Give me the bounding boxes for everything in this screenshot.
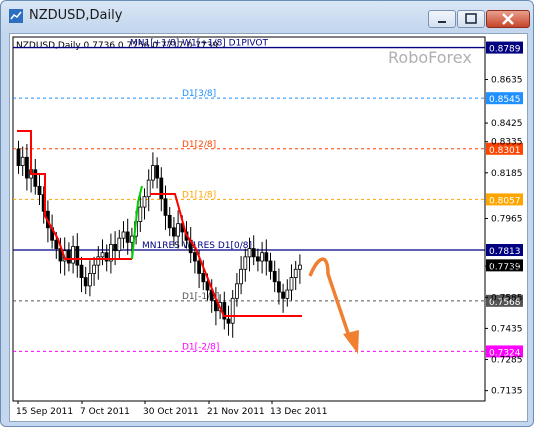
candle-body-43 <box>197 260 202 274</box>
candle-body-67 <box>297 264 302 270</box>
minimize-icon <box>438 21 446 23</box>
y-tick-label-2: 0.8335 <box>491 138 523 148</box>
forecast-arrowhead <box>343 330 359 354</box>
level-label-3: D1[1/8] <box>182 190 216 200</box>
y-tick-label-5: 0.7735 <box>491 262 523 272</box>
candle-body-0 <box>16 148 21 166</box>
candle-body-53 <box>239 268 244 285</box>
window-title: NZDUSD,Daily <box>29 8 123 23</box>
level-price-text-0: 0.8789 <box>489 45 521 55</box>
candle-body-13 <box>71 246 75 264</box>
candle-body-35 <box>163 198 168 216</box>
level-price-text-3: 0.8057 <box>489 196 521 206</box>
candle-body-65 <box>289 277 294 291</box>
x-tick-label-4: 13 Dec 2011 <box>270 407 328 417</box>
y-tick-label-1: 0.8425 <box>491 119 523 129</box>
chart-window: NZDUSD,Daily RoboForex NZDUSD,Daily 0.77… <box>0 0 534 427</box>
chart-app-icon <box>9 9 23 23</box>
candle-body-26 <box>125 231 130 243</box>
candle-body-1 <box>20 156 25 166</box>
candle-body-29 <box>138 206 143 222</box>
candle-body-55 <box>247 248 252 258</box>
candle-body-24 <box>117 237 122 252</box>
title-bar[interactable]: NZDUSD,Daily <box>1 1 533 31</box>
candle-body-51 <box>230 297 235 324</box>
candle-body-14 <box>75 246 80 266</box>
candle-body-31 <box>146 179 151 198</box>
maximize-button[interactable] <box>457 10 485 28</box>
candle-body-64 <box>285 289 290 299</box>
candle-body-20 <box>100 252 105 258</box>
minimize-button[interactable] <box>428 10 456 28</box>
y-tick-label-9: 0.7135 <box>491 387 523 397</box>
level-label-1: D1[3/8] <box>182 89 216 99</box>
candle-body-60 <box>268 260 273 272</box>
candle-body-59 <box>264 252 269 262</box>
candle-body-38 <box>176 223 181 237</box>
candle-body-33 <box>155 165 160 179</box>
close-button[interactable] <box>486 10 530 28</box>
candle-body-16 <box>83 277 88 287</box>
candle-body-30 <box>142 196 147 208</box>
candle-body-58 <box>260 252 265 262</box>
roboforex-watermark: RoboForex <box>388 48 472 67</box>
level-label-0: MN1[+1/8] W1[+1/8] D1PIVOT <box>130 39 268 49</box>
plot-area-border <box>12 36 486 402</box>
level-price-text-1: 0.8545 <box>489 95 521 105</box>
candle-body-57 <box>255 256 260 262</box>
y-tick-label-0: 0.8635 <box>491 76 523 86</box>
level-price-text-4: 0.7813 <box>489 247 521 257</box>
candle-body-50 <box>226 318 231 324</box>
close-icon <box>502 13 514 25</box>
candle-body-66 <box>293 268 298 278</box>
candle-body-62 <box>276 281 281 293</box>
candle-body-44 <box>201 273 206 283</box>
forecast-arrow <box>308 257 359 354</box>
candle-body-23 <box>113 244 117 252</box>
y-tick-label-8: 0.7285 <box>491 356 523 366</box>
candle-body-5 <box>37 185 42 196</box>
candle-body-34 <box>159 177 164 200</box>
candle-body-54 <box>243 256 248 270</box>
candle-body-37 <box>171 227 176 237</box>
candle-body-42 <box>192 252 197 262</box>
price-chart[interactable]: RoboForex NZDUSD,Daily 0.7736 0.7756 0.7… <box>9 33 528 422</box>
candle-body-4 <box>33 169 38 187</box>
candles-layer <box>16 140 302 338</box>
level-label-2: D1[2/8] <box>182 140 216 150</box>
time-axis: 15 Sep 2011 7 Oct 2011 30 Oct 2011 21 Nov 2… <box>16 401 328 417</box>
candle-body-12 <box>67 250 71 264</box>
candle-body-32 <box>150 165 155 181</box>
candle-body-25 <box>121 231 126 239</box>
candle-body-2 <box>24 156 29 179</box>
candle-body-61 <box>272 270 277 283</box>
candle-body-52 <box>234 283 239 299</box>
y-tick-label-4: 0.7965 <box>491 214 523 224</box>
levels-layer: MN1[+1/8] W1[+1/8] D1PIVOT 0.8789 D1[3/8] 0… <box>13 39 523 358</box>
candle-body-36 <box>167 214 172 229</box>
candle-body-17 <box>88 273 92 287</box>
y-tick-label-3: 0.8185 <box>491 169 523 179</box>
candle-body-15 <box>79 264 84 278</box>
x-tick-label-1: 7 Oct 2011 <box>80 407 130 417</box>
y-tick-label-6: 0.7585 <box>491 293 523 303</box>
candle-body-18 <box>92 264 96 274</box>
candle-body-56 <box>251 248 256 258</box>
candle-body-63 <box>281 291 286 299</box>
level-label-6: D1[-2/8] <box>182 342 219 352</box>
y-tick-label-7: 0.7435 <box>491 324 523 334</box>
candle-body-9 <box>54 239 59 249</box>
maximize-icon <box>465 13 477 24</box>
x-tick-label-2: 30 Oct 2011 <box>143 407 199 417</box>
x-tick-label-3: 21 Nov 2011 <box>207 407 265 417</box>
chart-canvas[interactable]: RoboForex NZDUSD,Daily 0.7736 0.7756 0.7… <box>10 34 527 421</box>
x-tick-label-0: 15 Sep 2011 <box>16 407 73 417</box>
stop-line-layer <box>17 130 302 317</box>
